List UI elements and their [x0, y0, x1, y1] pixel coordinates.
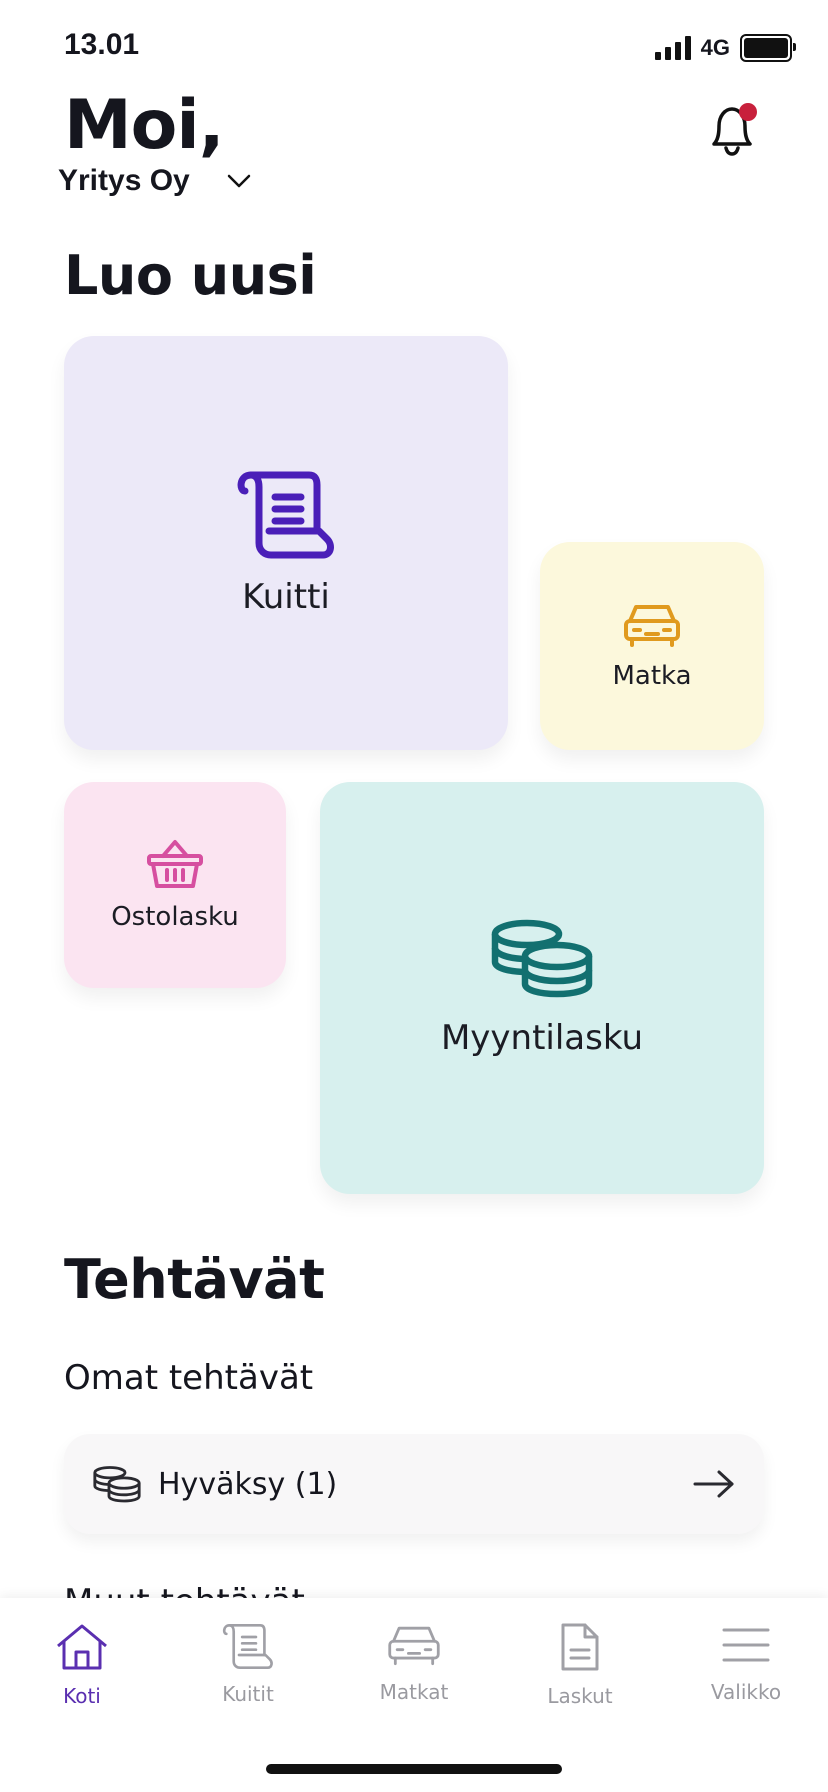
- create-sales-invoice-tile[interactable]: Myyntilasku: [320, 782, 764, 1194]
- home-icon: [57, 1624, 107, 1670]
- network-label: 4G: [700, 35, 730, 60]
- company-selector[interactable]: Yritys Oy: [58, 164, 252, 198]
- notification-badge: [739, 103, 757, 121]
- nav-label-kuitit: Kuitit: [222, 1682, 274, 1706]
- approve-task-label: Hyväksy (1): [158, 1466, 338, 1502]
- create-purchase-invoice-tile[interactable]: Ostolasku: [64, 782, 286, 988]
- basket-icon: [147, 840, 203, 888]
- nav-label-laskut: Laskut: [547, 1684, 613, 1708]
- create-trip-tile[interactable]: Matka: [540, 542, 764, 750]
- menu-icon: [722, 1628, 770, 1662]
- greeting-title: Moi,: [64, 86, 225, 165]
- coins-icon: [491, 919, 593, 998]
- nav-item-laskut[interactable]: Laskut: [510, 1622, 650, 1708]
- create-receipt-label: Kuitti: [242, 577, 330, 617]
- nav-item-kuitit[interactable]: Kuitit: [178, 1622, 318, 1706]
- nav-item-koti[interactable]: Koti: [12, 1622, 152, 1708]
- create-sales-invoice-label: Myyntilasku: [440, 1018, 644, 1058]
- create-trip-label: Matka: [612, 661, 692, 691]
- arrow-right-icon: [693, 1470, 734, 1498]
- status-indicators: 4G: [654, 34, 796, 62]
- car-icon: [388, 1626, 440, 1666]
- coins-icon: [93, 1466, 141, 1503]
- signal-icon: [654, 36, 691, 60]
- create-purchase-invoice-label: Ostolasku: [111, 902, 239, 932]
- home-indicator[interactable]: [266, 1764, 562, 1774]
- company-name: Yritys Oy: [58, 164, 190, 197]
- notifications-button[interactable]: [700, 96, 764, 160]
- create-receipt-tile[interactable]: Kuitti: [64, 336, 508, 750]
- chevron-down-icon: [227, 174, 250, 188]
- status-time: 13.01: [64, 28, 140, 61]
- bell-icon: [712, 103, 757, 156]
- document-icon: [561, 1623, 599, 1671]
- tasks-section-title: Tehtävät: [64, 1248, 325, 1311]
- car-icon: [624, 605, 680, 647]
- approve-task-row[interactable]: Hyväksy (1): [64, 1434, 764, 1534]
- receipt-scroll-icon: [222, 1624, 273, 1670]
- bottom-navigation: Koti Kuitit Matkat Laskut Valikko: [0, 1598, 828, 1792]
- receipt-scroll-icon: [237, 471, 334, 559]
- nav-label-koti: Koti: [63, 1684, 101, 1708]
- nav-item-valikko[interactable]: Valikko: [676, 1622, 816, 1704]
- own-tasks-title: Omat tehtävät: [64, 1358, 314, 1398]
- nav-label-valikko: Valikko: [710, 1680, 782, 1704]
- create-section-title: Luo uusi: [64, 244, 317, 307]
- battery-icon: [740, 34, 796, 62]
- nav-item-matkat[interactable]: Matkat: [344, 1622, 484, 1704]
- nav-label-matkat: Matkat: [379, 1680, 449, 1704]
